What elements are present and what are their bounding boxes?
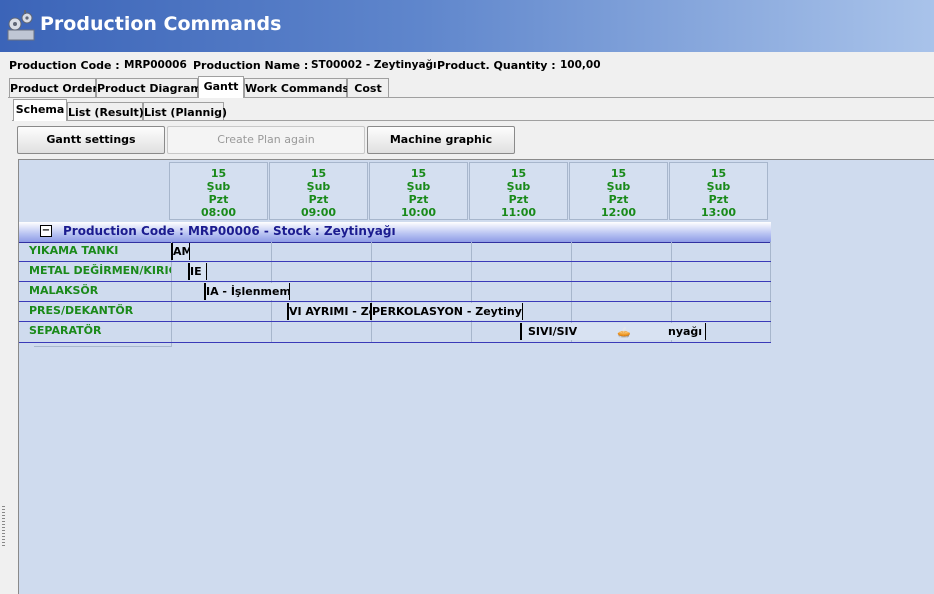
timeline-time: 11:00: [500, 206, 536, 219]
tab-cost[interactable]: Cost: [347, 78, 389, 97]
resize-grip[interactable]: [2, 506, 5, 546]
row-label-pres-dekantor: PRES/DEKANTÖR: [29, 304, 134, 317]
group-header[interactable]: − Production Code : MRP00006 - Stock : Z…: [19, 222, 771, 243]
tab-divider: [8, 97, 934, 98]
subtab-divider: [12, 120, 934, 121]
timeline-month: Şub: [706, 180, 731, 193]
task-bar[interactable]: VI AYRIMI - Ze: [287, 303, 373, 320]
tab-list-planning[interactable]: List (Plannig): [143, 102, 227, 121]
gantt-settings-button[interactable]: Gantt settings: [17, 126, 165, 154]
task-label: IA - İşlenmemi: [206, 285, 290, 298]
timeline-weekday: Pzt: [708, 193, 729, 206]
production-code-value: MRP00006: [124, 59, 187, 71]
row-label-separator: SEPARATÖR: [29, 324, 102, 337]
product-quantity-value: 100,00: [560, 59, 601, 71]
production-name-value: ST00002 - Zeytinyağı: [311, 59, 437, 71]
timeline-cell: 15 Şub Pzt 09:00: [269, 162, 368, 220]
timeline-day: 15: [510, 167, 527, 180]
collapse-icon[interactable]: −: [40, 225, 52, 237]
timeline-day: 15: [410, 167, 427, 180]
timeline-month: Şub: [306, 180, 331, 193]
grid-line: [770, 242, 771, 342]
timeline-month: Şub: [406, 180, 431, 193]
grid-line: [471, 242, 472, 342]
task-label: AM: [173, 245, 189, 258]
timeline-day: 15: [610, 167, 627, 180]
tab-work-commands[interactable]: Work Commands: [244, 78, 349, 97]
timeline-weekday: Pzt: [208, 193, 229, 206]
task-label: PERKOLASYON - Zeytinyağı: [372, 305, 522, 318]
task-bar[interactable]: IA - İşlenmemi: [204, 283, 290, 300]
row-line: [19, 321, 771, 322]
tab-gantt[interactable]: Gantt: [198, 76, 244, 98]
timeline-month: Şub: [206, 180, 231, 193]
tab-product-order[interactable]: Product Order: [9, 78, 98, 97]
timeline-cell: 15 Şub Pzt 12:00: [569, 162, 668, 220]
info-bar: Production Code : MRP00006 Production Na…: [0, 56, 934, 76]
task-label: SIVI/SIV: [528, 325, 578, 338]
row-label-malaksor: MALAKSÖR: [29, 284, 99, 297]
task-bar[interactable]: SIVI/SIV 🥧 nyağı: [520, 323, 706, 340]
row-line: [19, 281, 771, 282]
timeline-cell: 15 Şub Pzt 08:00: [169, 162, 268, 220]
row-line: [19, 261, 771, 262]
create-plan-again-button[interactable]: Create Plan again: [167, 126, 365, 154]
task-label: VI AYRIMI - Ze: [289, 305, 373, 318]
timeline-weekday: Pzt: [508, 193, 529, 206]
tab-product-diagram[interactable]: Product Diagram: [96, 78, 202, 97]
timeline-weekday: Pzt: [608, 193, 629, 206]
tab-schema[interactable]: Schema: [13, 99, 67, 121]
timeline-time: 10:00: [400, 206, 436, 219]
group-title: Production Code : MRP00006 - Stock : Zey…: [63, 224, 396, 238]
grid-line: [371, 242, 372, 342]
timeline-cell: 15 Şub Pzt 10:00: [369, 162, 468, 220]
timeline-cell: 15 Şub Pzt 13:00: [669, 162, 768, 220]
machine-graphic-button[interactable]: Machine graphic: [367, 126, 515, 154]
timeline-time: 09:00: [300, 206, 336, 219]
row-line: [19, 301, 771, 302]
production-code-label: Production Code :: [9, 59, 120, 72]
timeline-day: 15: [210, 167, 227, 180]
timeline-day: 15: [710, 167, 727, 180]
cursor-icon: 🥧: [617, 326, 631, 339]
timeline-weekday: Pzt: [408, 193, 429, 206]
product-quantity-label: Product. Quantity :: [437, 59, 556, 72]
row-line: [19, 342, 771, 343]
task-label: nyağı: [668, 325, 703, 338]
timeline-time: 13:00: [700, 206, 736, 219]
production-name-label: Production Name :: [193, 59, 309, 72]
timeline-month: Şub: [506, 180, 531, 193]
row-label-yikama-tanki: YIKAMA TANKI: [29, 244, 119, 257]
gears-icon: [6, 8, 36, 44]
task-bar[interactable]: AM: [171, 243, 190, 260]
task-label: IE -: [190, 265, 206, 278]
tab-list-result[interactable]: List (Result): [67, 102, 144, 121]
row-line: [34, 346, 171, 347]
timeline-time: 08:00: [200, 206, 236, 219]
task-bar[interactable]: PERKOLASYON - Zeytinyağı: [370, 303, 523, 320]
window-title: Production Commands: [40, 13, 282, 35]
title-bar: Production Commands: [0, 0, 934, 52]
task-bar[interactable]: IE -: [188, 263, 207, 280]
timeline-cell: 15 Şub Pzt 11:00: [469, 162, 568, 220]
timeline-weekday: Pzt: [308, 193, 329, 206]
timeline-month: Şub: [606, 180, 631, 193]
timeline-time: 12:00: [600, 206, 636, 219]
row-label-metal-degirmen: METAL DEĞİRMEN/KIRICI: [29, 264, 171, 277]
timeline-day: 15: [310, 167, 327, 180]
